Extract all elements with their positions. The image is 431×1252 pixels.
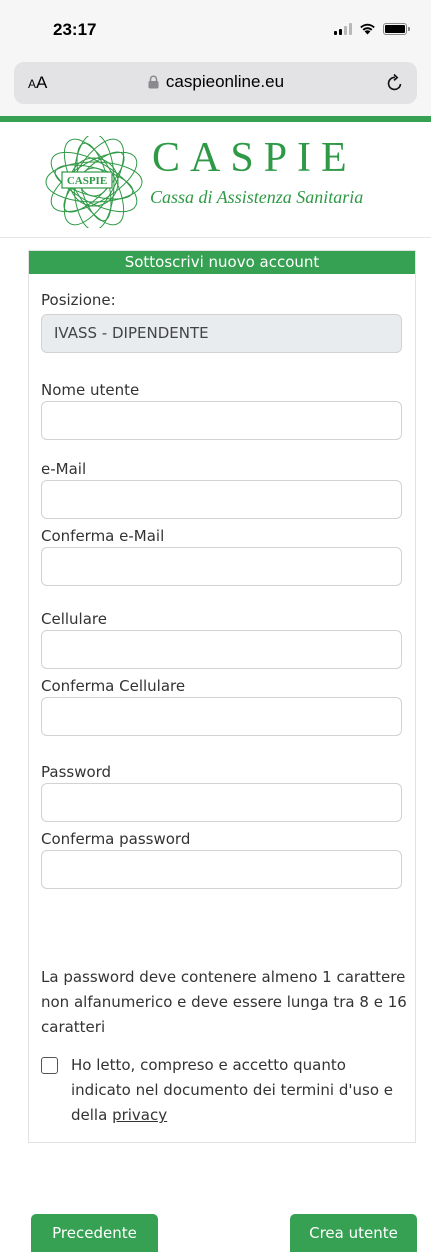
email-input[interactable] — [41, 480, 402, 519]
wifi-icon — [360, 23, 375, 35]
reload-icon[interactable] — [385, 73, 405, 93]
screen: 23:17 AA caspieonline.eu CASPIE CASPIE C… — [0, 0, 431, 1252]
confirm-email-label: Conferma e-Mail — [41, 527, 165, 545]
caspie-emblem-icon: CASPIE — [45, 136, 143, 228]
username-input[interactable] — [41, 401, 402, 440]
password-label: Password — [41, 763, 112, 781]
header-divider — [0, 237, 431, 238]
confirm-password-label: Conferma password — [41, 830, 191, 848]
confirm-mobile-input[interactable] — [41, 697, 402, 736]
site-header: CASPIE CASPIE Cassa di Assistenza Sanita… — [0, 122, 431, 236]
brand-tagline: Cassa di Assistenza Sanitaria — [150, 187, 364, 207]
confirm-mobile-label: Conferma Cellulare — [41, 677, 186, 695]
brand-name: CASPIE — [152, 135, 357, 181]
status-time: 23:17 — [53, 20, 97, 39]
password-hint: La password deve contenere almeno 1 cara… — [41, 968, 407, 1036]
form-title: Sottoscrivi nuovo account — [29, 251, 415, 274]
consent-text: Ho letto, compreso e accetto quanto indi… — [71, 1053, 406, 1128]
confirm-email-input[interactable] — [41, 547, 402, 586]
consent-checkbox[interactable] — [41, 1057, 58, 1074]
email-label: e-Mail — [41, 460, 87, 478]
position-field: IVASS - DIPENDENTE — [41, 314, 402, 353]
mobile-label: Cellulare — [41, 610, 107, 628]
password-input[interactable] — [41, 783, 402, 822]
emblem-text: CASPIE — [67, 175, 107, 187]
confirm-password-input[interactable] — [41, 850, 402, 889]
status-icons — [334, 22, 410, 35]
username-label: Nome utente — [41, 381, 140, 399]
mobile-input[interactable] — [41, 630, 402, 669]
position-label: Posizione: — [41, 291, 116, 309]
url-display[interactable]: caspieonline.eu — [14, 72, 417, 92]
create-user-button[interactable]: Crea utente — [290, 1214, 417, 1252]
battery-icon — [383, 22, 410, 35]
privacy-link[interactable]: privacy — [112, 1106, 167, 1124]
signup-form-panel: Sottoscrivi nuovo account Posizione: IVA… — [28, 250, 416, 1143]
url-text: caspieonline.eu — [165, 72, 285, 91]
previous-button[interactable]: Precedente — [31, 1214, 158, 1252]
cellular-signal-icon — [334, 22, 352, 35]
lock-icon — [148, 75, 159, 89]
browser-chrome: 23:17 AA caspieonline.eu — [0, 0, 431, 116]
address-bar[interactable]: AA caspieonline.eu — [14, 62, 417, 104]
